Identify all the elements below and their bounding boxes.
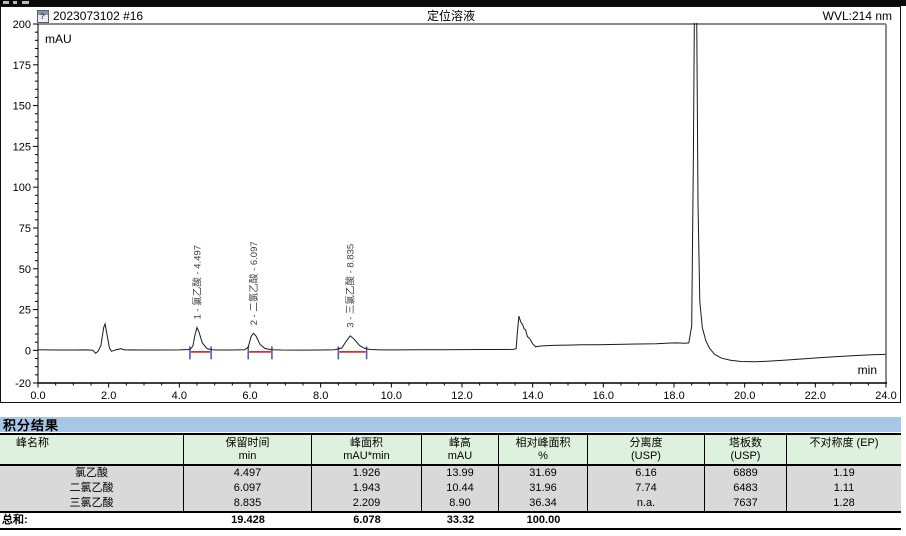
svg-text:50: 50	[19, 264, 31, 276]
col-header-rel-area: 相对峰面积%	[499, 435, 588, 464]
table-body: 氯乙酸 4.497 1.926 13.99 31.69 6.16 6889 1.…	[0, 466, 901, 513]
asymmetry-cell: 1.11	[787, 481, 901, 496]
peak-name-cell: 三氯乙酸	[0, 496, 184, 511]
asymmetry-cell: 1.28	[787, 496, 901, 511]
chromatogram-panel: 0.0 2.0 4.0 6.0 8.0 10.0 12.0 14.0 16.0 18.0 20.0 2…	[0, 6, 901, 403]
y-unit-label: mAU	[45, 32, 72, 46]
injection-report-icon	[37, 10, 49, 23]
svg-text:175: 175	[13, 60, 31, 72]
retention-cell: 4.497	[184, 466, 312, 481]
retention-cell: 8.835	[184, 496, 312, 511]
col-header-peak-name: 峰名称	[0, 435, 184, 464]
svg-text:14.0: 14.0	[522, 390, 543, 401]
svg-text:10.0: 10.0	[381, 390, 402, 401]
height-cell: 8.90	[422, 496, 499, 511]
svg-text:0.0: 0.0	[30, 390, 45, 401]
svg-text:24.0: 24.0	[875, 390, 896, 401]
svg-text:8.0: 8.0	[313, 390, 328, 401]
rel-area-cell: 31.69	[499, 466, 588, 481]
total-area: 6.078	[312, 513, 422, 528]
results-section-title: 积分结果	[0, 418, 59, 433]
wavelength-label: WVL:214 nm	[823, 8, 892, 24]
svg-text:100: 100	[13, 182, 31, 194]
rel-area-cell: 31.96	[499, 481, 588, 496]
svg-text:18.0: 18.0	[663, 390, 684, 401]
height-cell: 10.44	[422, 481, 499, 496]
svg-text:2 - 二氯乙酸 - 6.097: 2 - 二氯乙酸 - 6.097	[248, 241, 260, 325]
col-header-retention: 保留时间min	[184, 435, 312, 464]
svg-text:20.0: 20.0	[734, 390, 755, 401]
chromatogram-title: 定位溶液	[301, 8, 601, 24]
peak-name-cell: 氯乙酸	[0, 466, 184, 481]
table-total-row: 总和: 19.428 6.078 33.32 100.00	[0, 513, 901, 528]
svg-text:0: 0	[25, 345, 31, 357]
total-rel-area: 100.00	[499, 513, 588, 528]
svg-text:22.0: 22.0	[805, 390, 826, 401]
svg-text:25: 25	[19, 305, 31, 317]
chromatogram-trace	[38, 7, 886, 362]
svg-text:1 - 氯乙酸 - 4.497: 1 - 氯乙酸 - 4.497	[191, 245, 203, 319]
retention-cell: 6.097	[184, 481, 312, 496]
table-row: 二氯乙酸 6.097 1.943 10.44 31.96 7.74 6483 1…	[0, 481, 901, 496]
table-header-row: 峰名称 保留时间min 峰面积mAU*min 峰高mAU 相对峰面积% 分离度(…	[0, 435, 901, 466]
peak-labels: 1 - 氯乙酸 - 4.497 2 - 二氯乙酸 - 6.097 3 - 三氯乙酸 …	[191, 241, 356, 327]
total-height: 33.32	[422, 513, 499, 528]
rel-area-cell: 36.34	[499, 496, 588, 511]
svg-text:-20: -20	[15, 378, 31, 390]
svg-text:75: 75	[19, 223, 31, 235]
svg-text:200: 200	[13, 19, 31, 31]
resolution-cell: 7.74	[588, 481, 705, 496]
integration-results-table: 峰名称 保留时间min 峰面积mAU*min 峰高mAU 相对峰面积% 分离度(…	[0, 433, 901, 530]
svg-text:3 - 三氯乙酸 - 8.835: 3 - 三氯乙酸 - 8.835	[345, 244, 357, 328]
svg-text:12.0: 12.0	[451, 390, 472, 401]
svg-text:4.0: 4.0	[172, 390, 187, 401]
total-retention: 19.428	[184, 513, 312, 528]
total-empty	[705, 513, 787, 528]
plates-cell: 7637	[705, 496, 787, 511]
resolution-cell: 6.16	[588, 466, 705, 481]
asymmetry-cell: 1.19	[787, 466, 901, 481]
col-header-height: 峰高mAU	[422, 435, 499, 464]
y-axis-ticks: 200 175 150 125 100 75 50 25 0 -20	[13, 19, 38, 390]
svg-text:6.0: 6.0	[242, 390, 257, 401]
resolution-cell: n.a.	[588, 496, 705, 511]
x-axis-ticks: 0.0 2.0 4.0 6.0 8.0 10.0 12.0 14.0 16.0 18.0 20.0 2…	[30, 383, 896, 401]
table-row: 氯乙酸 4.497 1.926 13.99 31.69 6.16 6889 1.…	[0, 466, 901, 481]
height-cell: 13.99	[422, 466, 499, 481]
sample-id: 2023073102 #16	[53, 8, 143, 24]
col-header-asymmetry: 不对称度 (EP)	[787, 435, 901, 464]
svg-text:2.0: 2.0	[101, 390, 116, 401]
total-empty	[588, 513, 705, 528]
plates-cell: 6483	[705, 481, 787, 496]
svg-text:16.0: 16.0	[593, 390, 614, 401]
plot-frame	[38, 24, 888, 383]
total-empty	[787, 513, 901, 528]
results-section-bar: 积分结果	[0, 417, 901, 432]
chromatogram-plot[interactable]: 0.0 2.0 4.0 6.0 8.0 10.0 12.0 14.0 16.0 18.0 20.0 2…	[1, 7, 900, 401]
area-cell: 1.926	[312, 466, 422, 481]
area-cell: 2.209	[312, 496, 422, 511]
area-cell: 1.943	[312, 481, 422, 496]
plates-cell: 6889	[705, 466, 787, 481]
col-header-resolution: 分离度(USP)	[588, 435, 705, 464]
svg-text:125: 125	[13, 141, 31, 153]
peak-name-cell: 二氯乙酸	[0, 481, 184, 496]
total-label: 总和:	[0, 513, 184, 528]
table-row: 三氯乙酸 8.835 2.209 8.90 36.34 n.a. 7637 1.…	[0, 496, 901, 511]
x-unit-label: min	[858, 363, 877, 377]
col-header-plates: 塔板数(USP)	[705, 435, 787, 464]
col-header-area: 峰面积mAU*min	[312, 435, 422, 464]
svg-text:150: 150	[13, 101, 31, 113]
